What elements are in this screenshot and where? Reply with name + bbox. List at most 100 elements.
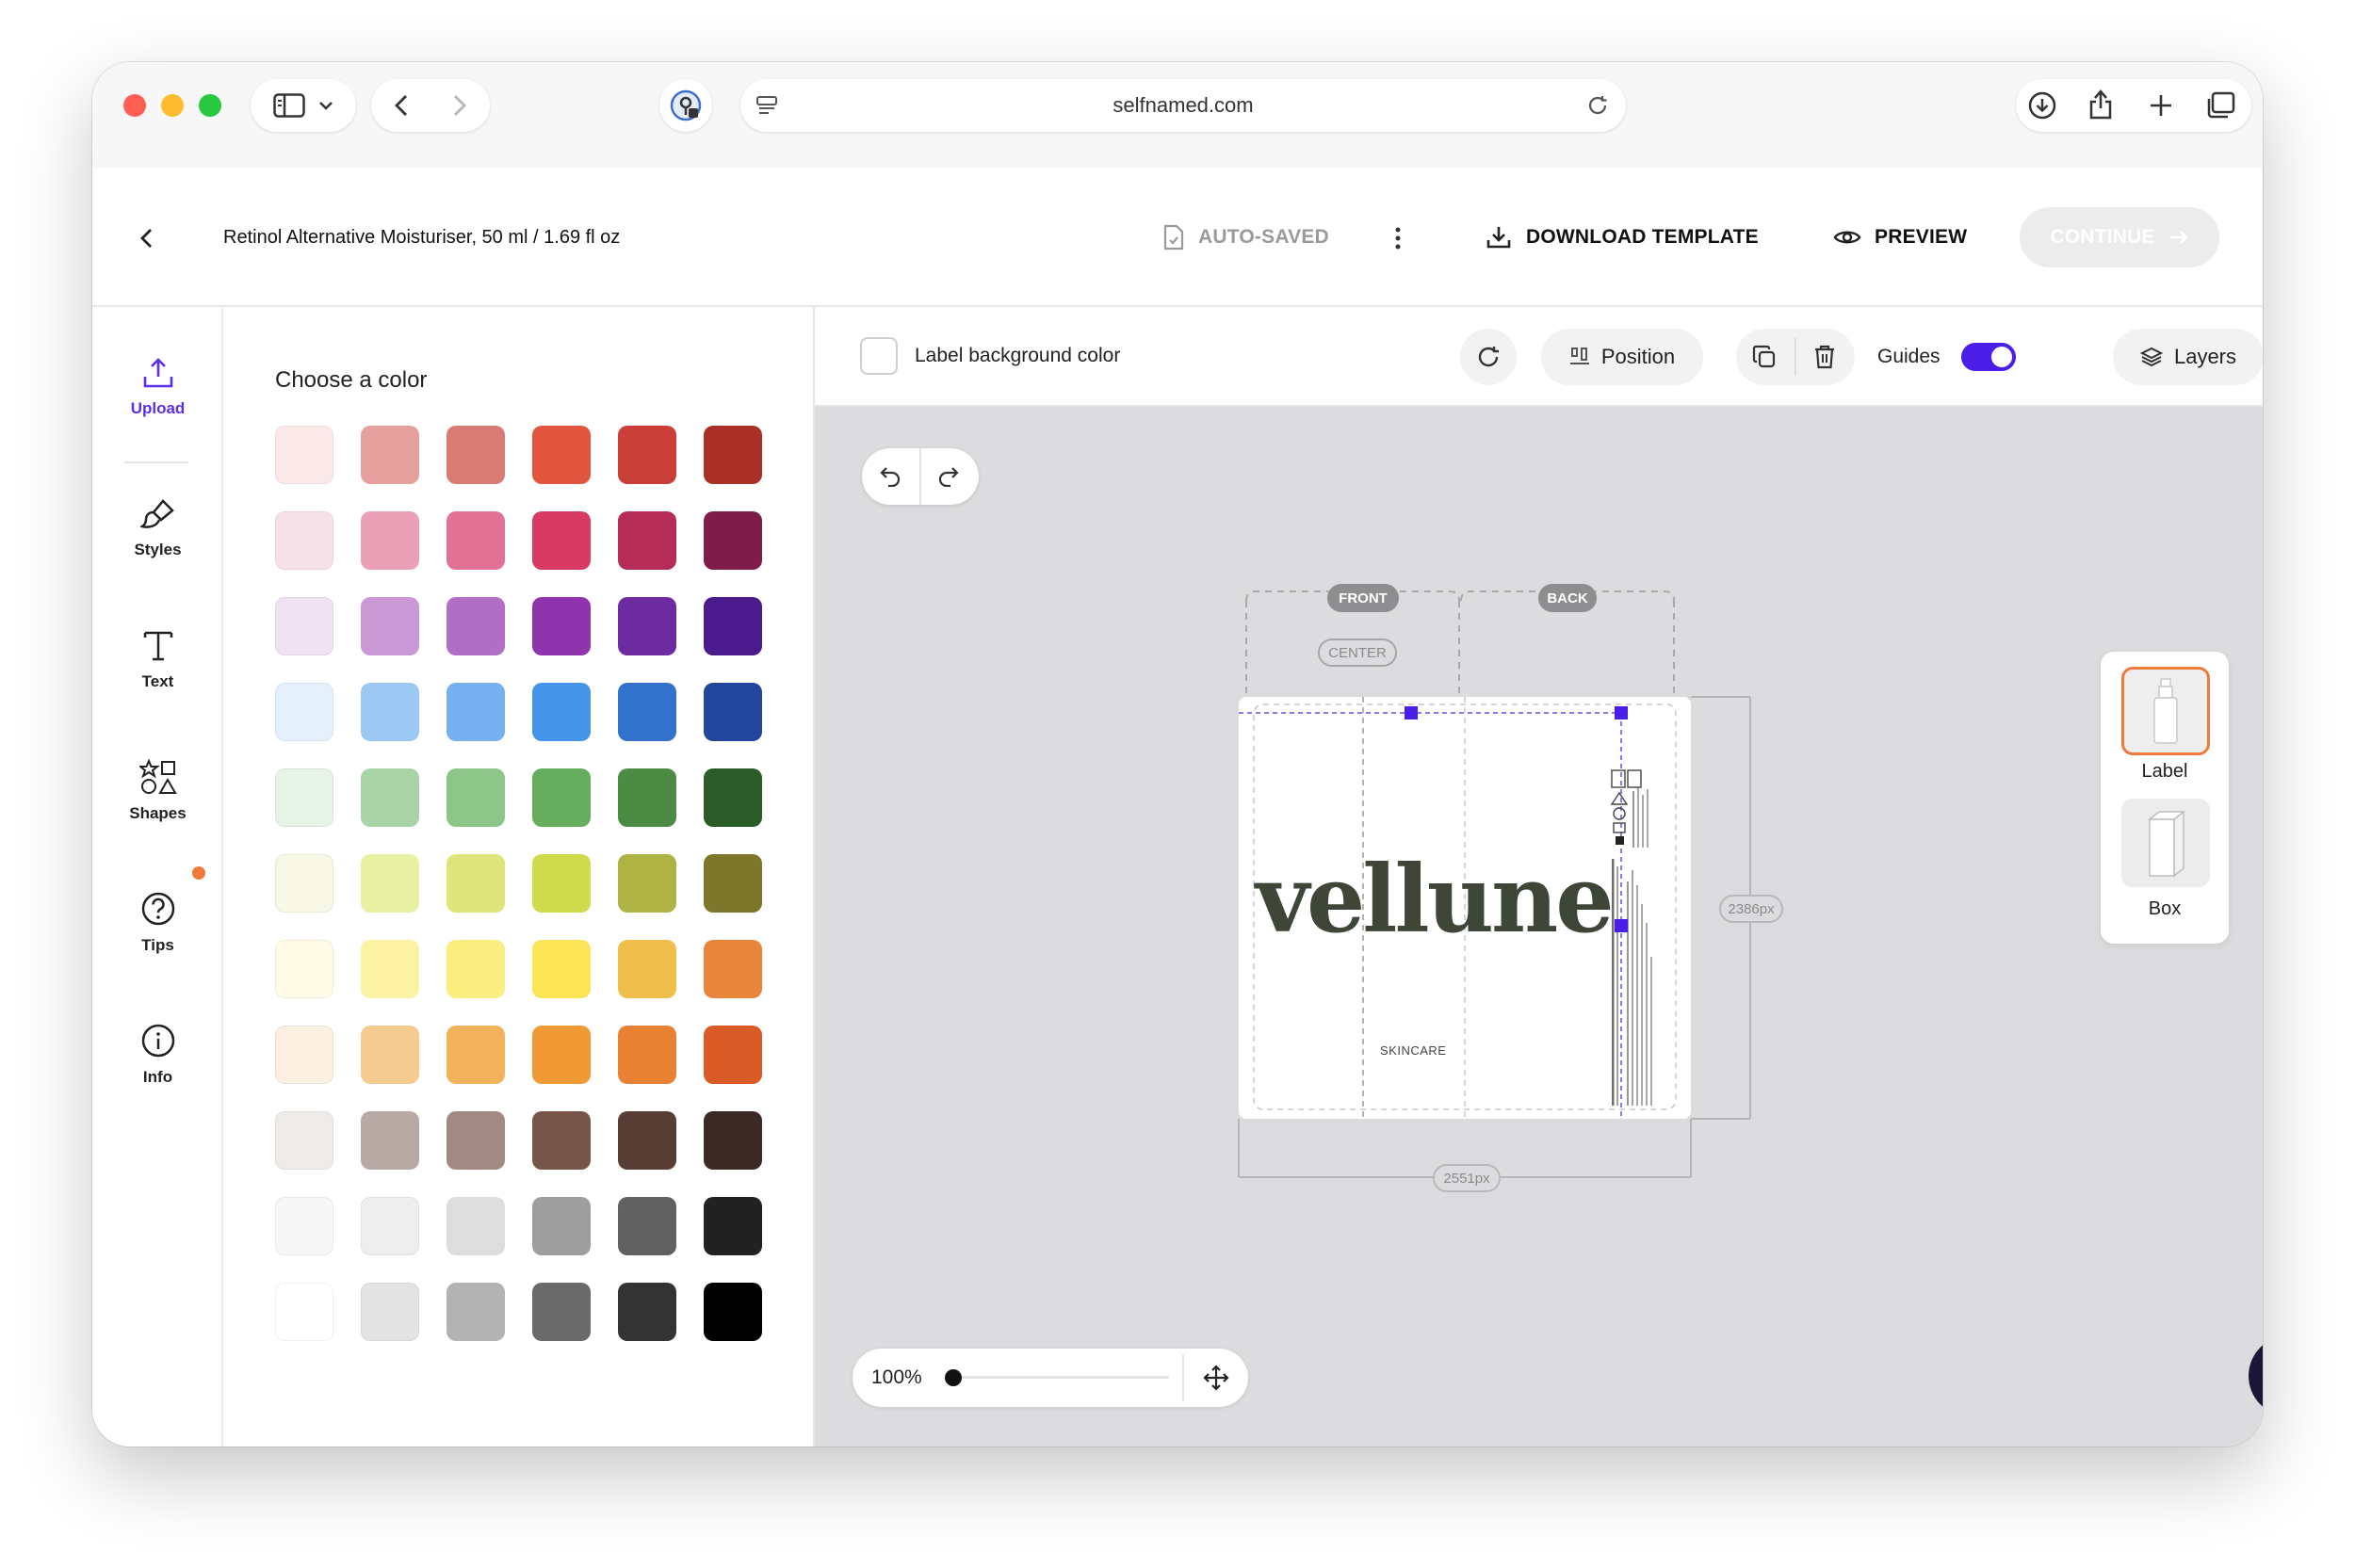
- color-swatch[interactable]: [704, 683, 762, 741]
- color-swatch[interactable]: [361, 1197, 419, 1255]
- color-swatch[interactable]: [618, 854, 676, 913]
- tagline-text[interactable]: SKINCARE: [1380, 1043, 1446, 1058]
- color-swatch[interactable]: [618, 1111, 676, 1170]
- reset-button[interactable]: [1460, 329, 1517, 385]
- color-swatch[interactable]: [361, 940, 419, 998]
- sidebar-item-shapes[interactable]: Shapes: [92, 759, 223, 823]
- color-swatch[interactable]: [447, 426, 505, 484]
- minimize-window-button[interactable]: [161, 94, 184, 117]
- color-swatch[interactable]: [618, 1026, 676, 1084]
- color-swatch[interactable]: [704, 854, 762, 913]
- color-swatch[interactable]: [704, 597, 762, 655]
- color-swatch[interactable]: [704, 940, 762, 998]
- color-swatch[interactable]: [361, 1111, 419, 1170]
- delete-button[interactable]: [1810, 342, 1840, 372]
- package-tab-label[interactable]: [2121, 667, 2210, 755]
- color-swatch[interactable]: [704, 1283, 762, 1341]
- resize-handle[interactable]: [1405, 706, 1418, 719]
- color-swatch[interactable]: [447, 768, 505, 827]
- color-swatch[interactable]: [361, 1283, 419, 1341]
- color-swatch[interactable]: [447, 1111, 505, 1170]
- color-swatch[interactable]: [275, 1283, 333, 1341]
- color-swatch[interactable]: [704, 1197, 762, 1255]
- close-window-button[interactable]: [123, 94, 146, 117]
- share-button[interactable]: [2086, 89, 2116, 121]
- sidebar-toggle-button[interactable]: [251, 79, 356, 132]
- brand-name-text[interactable]: vellune: [1256, 846, 1615, 954]
- color-swatch[interactable]: [361, 426, 419, 484]
- color-swatch[interactable]: [275, 940, 333, 998]
- color-swatch[interactable]: [275, 597, 333, 655]
- color-swatch[interactable]: [704, 768, 762, 827]
- forward-button[interactable]: [447, 92, 473, 119]
- color-swatch[interactable]: [532, 1026, 591, 1084]
- color-swatch[interactable]: [618, 1283, 676, 1341]
- color-swatch[interactable]: [275, 768, 333, 827]
- sidebar-item-text[interactable]: Text: [92, 629, 223, 691]
- address-bar[interactable]: selfnamed.com: [740, 79, 1626, 132]
- color-swatch[interactable]: [618, 426, 676, 484]
- color-swatch[interactable]: [361, 511, 419, 570]
- downloads-button[interactable]: [2027, 90, 2057, 121]
- sidebar-item-styles[interactable]: Styles: [92, 497, 223, 559]
- color-swatch[interactable]: [447, 1283, 505, 1341]
- color-swatch[interactable]: [447, 683, 505, 741]
- color-swatch[interactable]: [447, 1197, 505, 1255]
- zoom-slider-track[interactable]: [952, 1376, 1169, 1379]
- color-swatch[interactable]: [361, 854, 419, 913]
- color-swatch[interactable]: [275, 426, 333, 484]
- color-swatch[interactable]: [704, 426, 762, 484]
- maximize-window-button[interactable]: [199, 94, 221, 117]
- package-tab-box[interactable]: [2121, 799, 2210, 887]
- sidebar-item-tips[interactable]: Tips: [92, 891, 223, 955]
- back-button[interactable]: [388, 92, 414, 119]
- color-swatch[interactable]: [361, 768, 419, 827]
- color-swatch[interactable]: [532, 1111, 591, 1170]
- zoom-slider-thumb[interactable]: [945, 1369, 962, 1386]
- color-swatch[interactable]: [704, 511, 762, 570]
- color-swatch[interactable]: [447, 940, 505, 998]
- color-swatch[interactable]: [618, 940, 676, 998]
- new-tab-button[interactable]: [2146, 90, 2176, 121]
- color-swatch[interactable]: [618, 597, 676, 655]
- color-swatch[interactable]: [532, 597, 591, 655]
- color-swatch[interactable]: [361, 683, 419, 741]
- color-swatch[interactable]: [532, 426, 591, 484]
- color-swatch[interactable]: [618, 511, 676, 570]
- color-swatch[interactable]: [447, 854, 505, 913]
- guides-toggle[interactable]: [1960, 343, 2016, 371]
- password-manager-button[interactable]: [659, 79, 712, 132]
- back-nav-button[interactable]: [134, 226, 158, 251]
- color-swatch[interactable]: [447, 511, 505, 570]
- color-swatch[interactable]: [532, 768, 591, 827]
- label-bg-color-control[interactable]: Label background color: [860, 337, 1120, 375]
- label-artboard[interactable]: vellune SKINCARE: [1239, 697, 1691, 1119]
- color-swatch[interactable]: [361, 1026, 419, 1084]
- resize-handle[interactable]: [1615, 706, 1628, 719]
- chevron-down-icon[interactable]: [318, 101, 333, 110]
- color-swatch[interactable]: [532, 683, 591, 741]
- color-swatch[interactable]: [447, 1026, 505, 1084]
- tab-overview-button[interactable]: [2204, 90, 2236, 121]
- color-swatch[interactable]: [618, 768, 676, 827]
- sidebar-item-info[interactable]: Info: [92, 1023, 223, 1087]
- color-swatch[interactable]: [532, 1197, 591, 1255]
- color-swatch[interactable]: [275, 1197, 333, 1255]
- color-swatch[interactable]: [704, 1111, 762, 1170]
- color-swatch[interactable]: [532, 511, 591, 570]
- color-swatch[interactable]: [447, 597, 505, 655]
- sidebar-item-upload[interactable]: Upload: [92, 356, 223, 418]
- color-swatch[interactable]: [275, 511, 333, 570]
- color-swatch[interactable]: [275, 1026, 333, 1084]
- color-swatch[interactable]: [618, 683, 676, 741]
- color-swatch[interactable]: [704, 1026, 762, 1084]
- color-swatch[interactable]: [361, 597, 419, 655]
- continue-button[interactable]: CONTINUE: [2020, 207, 2219, 267]
- design-canvas[interactable]: FRONT BACK CENTER vellune SKINCARE 2386p…: [815, 407, 2263, 1447]
- position-button[interactable]: Position: [1541, 329, 1703, 385]
- pan-button[interactable]: [1201, 1363, 1231, 1393]
- color-swatch[interactable]: [618, 1197, 676, 1255]
- label-bg-color-swatch[interactable]: [860, 337, 898, 375]
- resize-handle[interactable]: [1615, 919, 1628, 932]
- more-options-button[interactable]: [1387, 222, 1409, 254]
